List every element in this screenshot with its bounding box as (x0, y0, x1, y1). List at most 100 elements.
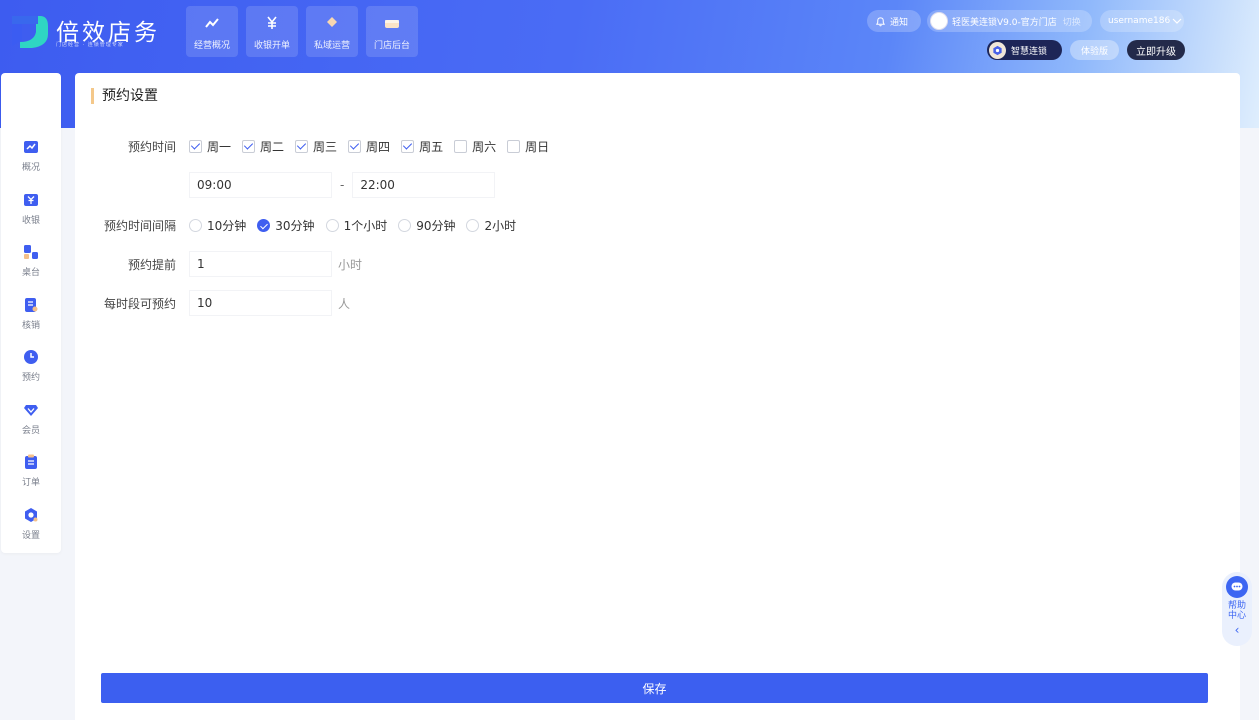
help-center-button[interactable]: 帮助中心 ‹ (1222, 572, 1252, 646)
checkbox-wednesday[interactable]: 周三 (295, 138, 337, 155)
user-menu[interactable]: username186 (1100, 10, 1184, 32)
smart-chain-badge[interactable]: 智慧连锁 (987, 40, 1062, 60)
sidebar-item-order[interactable]: 订单 (1, 454, 61, 507)
checkbox-box[interactable] (295, 140, 309, 153)
nav-item-private-ops[interactable]: 私域运营 (306, 6, 358, 57)
radio-dot[interactable] (189, 219, 202, 232)
diamond-icon (24, 404, 38, 416)
smart-chain-label: 智慧连锁 (1011, 46, 1048, 57)
weekday-checkboxes: 周一 周二 周三 周四 周五 周六 周日 (189, 138, 560, 155)
nav-item-label: 门店后台 (373, 41, 410, 51)
chat-bubble-icon (1226, 576, 1248, 598)
radio-label: 10分钟 (207, 219, 247, 233)
radio-label: 2小时 (484, 219, 517, 233)
radio-dot[interactable] (398, 219, 412, 232)
page-title: 预约设置 (91, 88, 158, 104)
nav-item-label: 经营概况 (193, 41, 230, 51)
capacity-label: 每时段可预约 (103, 296, 176, 311)
top-nav: 经营概况 收银开单 私域运营 门店后台 (186, 6, 418, 57)
nav-item-label: 收银开单 (253, 41, 290, 51)
radio-dot[interactable] (466, 219, 480, 232)
end-time-input[interactable] (352, 172, 496, 198)
store-icon (383, 14, 401, 32)
overview-icon (24, 141, 38, 153)
store-switcher[interactable]: 轻医美连锁V9.0-官方门店 切换 (927, 10, 1092, 32)
advance-hours-input[interactable] (189, 251, 332, 277)
sidebar-item-verify[interactable]: 核销 (1, 297, 61, 350)
sidebar-item-member[interactable]: 会员 (1, 402, 61, 455)
interval-label: 预约时间间隔 (103, 219, 176, 233)
checkbox-box[interactable] (242, 140, 256, 153)
bell-icon (876, 16, 885, 26)
capacity-input[interactable] (189, 290, 332, 316)
sidebar-item-label: 桌台 (21, 268, 40, 278)
checkbox-label: 周二 (260, 140, 285, 154)
nav-item-overview[interactable]: 经营概况 (186, 6, 238, 57)
chevron-left-icon: ‹ (1234, 623, 1240, 637)
diamond-icon (323, 14, 341, 32)
settings-icon (25, 507, 38, 522)
radio-2hours[interactable]: 2小时 (466, 217, 516, 234)
radio-label: 1个小时 (343, 219, 388, 233)
sidebar-item-settings[interactable]: 设置 (1, 507, 61, 560)
checkbox-thursday[interactable]: 周四 (348, 138, 390, 155)
chevron-down-icon (1172, 18, 1182, 24)
interval-row: 预约时间间隔 10分钟 30分钟 1个小时 90分钟 2小时 (75, 217, 527, 234)
notice-button[interactable]: 通知 (867, 10, 921, 32)
table-icon (24, 245, 38, 259)
help-center-label: 帮助中心 (1227, 601, 1246, 621)
sidebar: 概况 收银 桌台 核销 预约 会员 订单 设置 (1, 73, 61, 553)
nav-item-cashier[interactable]: 收银开单 (246, 6, 298, 57)
sidebar-item-label: 预约 (21, 373, 40, 383)
sidebar-item-overview[interactable]: 概况 (1, 139, 61, 192)
radio-dot[interactable] (325, 219, 339, 232)
checkbox-box[interactable] (401, 140, 415, 153)
reservation-days-row: 预约时间 周一 周二 周三 周四 周五 周六 周日 (75, 138, 560, 155)
logo-mark-icon (12, 16, 48, 48)
time-range-row: - (189, 172, 496, 198)
radio-1hour[interactable]: 1个小时 (325, 217, 388, 234)
checkbox-sunday[interactable]: 周日 (507, 138, 549, 155)
checkbox-box[interactable] (454, 140, 468, 153)
sidebar-item-cashier[interactable]: 收银 (1, 192, 61, 245)
store-name: 轻医美连锁V9.0-官方门店 (952, 17, 1057, 28)
nav-item-store-admin[interactable]: 门店后台 (366, 6, 418, 57)
verify-icon (25, 297, 38, 312)
radio-label: 30分钟 (275, 219, 315, 233)
radio-90min[interactable]: 90分钟 (398, 217, 455, 234)
cashier-icon (24, 193, 38, 206)
switch-store-link[interactable]: 切换 (1063, 15, 1081, 28)
upgrade-button[interactable]: 立即升级 (1127, 40, 1185, 60)
sidebar-item-label: 设置 (21, 530, 40, 541)
radio-dot[interactable] (257, 219, 271, 232)
reservation-time-label: 预约时间 (127, 140, 176, 154)
advance-label: 预约提前 (127, 257, 176, 272)
sidebar-item-table[interactable]: 桌台 (1, 244, 61, 297)
capacity-row: 每时段可预约 人 (75, 290, 350, 316)
brand-logo[interactable]: 倍效店务 门店经营 · 连锁管理专家 (10, 12, 160, 52)
radio-label: 90分钟 (416, 219, 456, 233)
sidebar-item-reservation[interactable]: 预约 (1, 349, 61, 402)
trial-badge: 体验版 (1070, 40, 1119, 60)
save-button[interactable]: 保存 (101, 673, 1208, 703)
clock-icon (24, 350, 38, 364)
checkbox-friday[interactable]: 周五 (401, 138, 443, 155)
checkbox-monday[interactable]: 周一 (189, 138, 231, 155)
checkbox-box[interactable] (507, 140, 521, 153)
checkbox-saturday[interactable]: 周六 (454, 138, 496, 155)
username: username186 (1108, 16, 1171, 26)
checkbox-label: 周日 (525, 140, 550, 154)
checkbox-tuesday[interactable]: 周二 (242, 138, 284, 155)
checkbox-box[interactable] (348, 140, 362, 153)
chart-trend-icon (203, 14, 221, 32)
checkbox-label: 周四 (366, 140, 391, 154)
checkbox-label: 周一 (207, 140, 232, 154)
capacity-unit: 人 (338, 296, 351, 311)
brand-tagline: 门店经营 · 连锁管理专家 (56, 42, 124, 48)
radio-10min[interactable]: 10分钟 (189, 217, 246, 234)
radio-30min[interactable]: 30分钟 (257, 217, 315, 234)
start-time-input[interactable] (189, 172, 332, 198)
checkbox-box[interactable] (189, 140, 202, 153)
sidebar-item-label: 会员 (21, 425, 40, 436)
time-range-dash: - (340, 178, 345, 192)
